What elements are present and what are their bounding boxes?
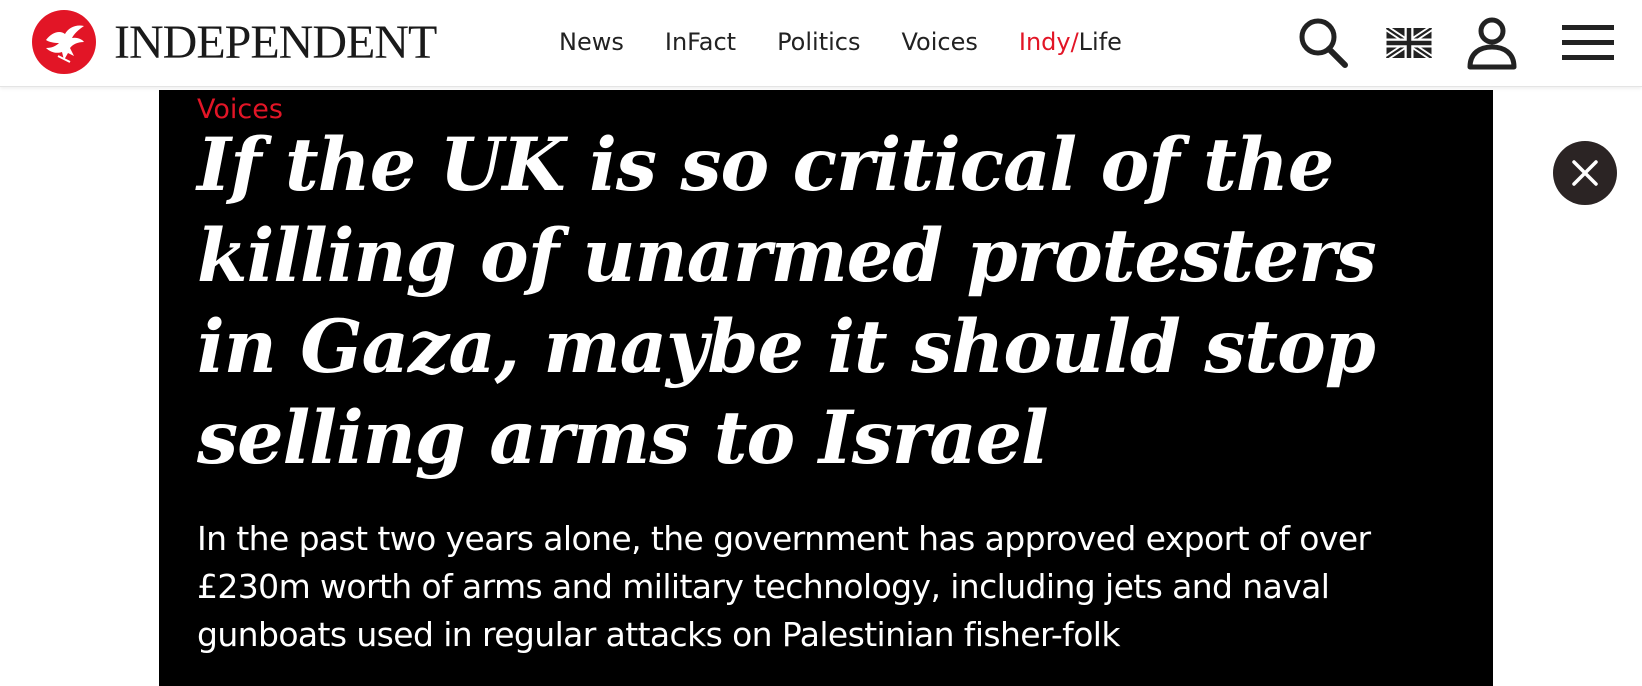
nav-item-voices[interactable]: Voices: [901, 28, 977, 56]
edition-selector[interactable]: [1385, 14, 1433, 72]
hamburger-menu-icon: [1562, 25, 1614, 60]
nav-item-indy-life[interactable]: Indy/Life: [1019, 28, 1122, 56]
nav-indy-label: Indy/: [1018, 28, 1079, 56]
logo-wordmark: INDEPENDENT: [114, 16, 437, 69]
nav-item-news[interactable]: News: [559, 28, 624, 56]
user-icon: [1467, 17, 1517, 70]
menu-button[interactable]: [1558, 14, 1618, 72]
close-button[interactable]: [1553, 141, 1617, 205]
article-hero: Voices If the UK is so critical of the k…: [159, 90, 1493, 686]
site-header: INDEPENDENT News InFact Politics Voices …: [0, 0, 1642, 87]
eagle-icon: [32, 10, 96, 74]
main-nav: News InFact Politics Voices Indy/Life: [559, 24, 1163, 60]
nav-item-politics[interactable]: Politics: [777, 28, 860, 56]
uk-flag-icon: [1386, 28, 1432, 58]
nav-item-infact[interactable]: InFact: [665, 28, 736, 56]
article-headline: If the UK is so critical of the killing …: [197, 122, 1377, 481]
search-icon: [1299, 18, 1348, 68]
nav-life-label: Life: [1078, 28, 1122, 56]
article-standfirst: In the past two years alone, the governm…: [197, 519, 1371, 654]
close-icon: [1572, 160, 1598, 186]
site-logo[interactable]: INDEPENDENT: [32, 10, 437, 74]
account-button[interactable]: [1464, 14, 1520, 72]
search-button[interactable]: [1293, 14, 1353, 72]
